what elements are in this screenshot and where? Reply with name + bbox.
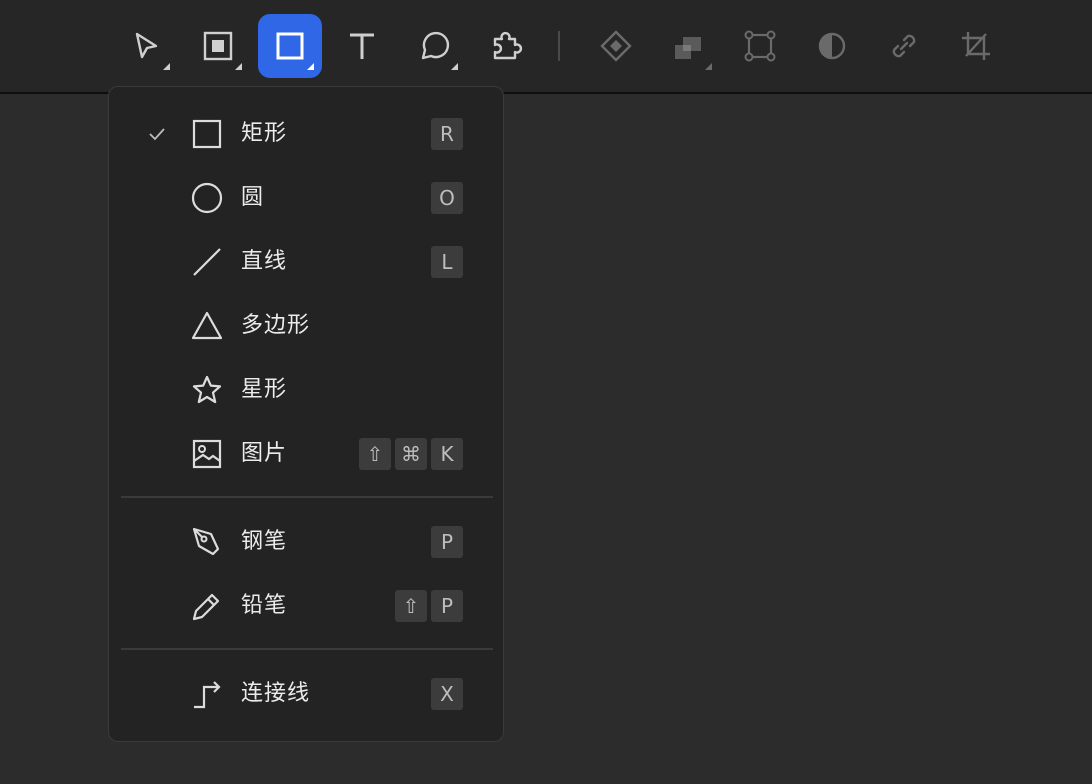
vector-edit-button[interactable] [728,14,792,78]
shortcut-key: R [431,118,463,150]
shortcut-key: P [431,590,463,622]
checkmark-icon [149,128,165,141]
menu-item-label: 直线 [241,249,288,274]
text-t-icon [350,33,374,59]
boolean-union-icon [675,37,701,59]
shortcut-keys: O [431,182,463,214]
menu-item-star[interactable]: 星形 [109,362,503,418]
menu-item-polygon[interactable]: 多边形 [109,298,503,354]
shift-key: ⇧ [395,590,427,622]
menu-divider [121,496,493,498]
plugins-tool-button[interactable] [474,14,538,78]
boolean-button[interactable] [656,14,720,78]
shortcut-key: O [431,182,463,214]
rectangle-icon [192,119,222,149]
puzzle-piece-icon [493,31,523,60]
star-icon [192,375,222,404]
crop-icon [962,32,990,60]
shortcut-key: X [431,678,463,710]
shape-tool-dropdown-menu: 矩形 R 圆 O 直线 L 多边形 星形 图片 ⇧ ⌘ K 钢笔 P 铅笔 ⇧ … [108,86,504,742]
menu-item-connector[interactable]: 连接线 X [109,666,503,722]
menu-item-pen[interactable]: 钢笔 P [109,514,503,570]
shortcut-keys: ⇧ P [395,590,463,622]
menu-item-label: 圆 [241,185,265,210]
menu-item-image[interactable]: 图片 ⇧ ⌘ K [109,426,503,482]
menu-divider [121,648,493,650]
top-toolbar [0,0,1092,94]
connector-arrow-icon [194,681,221,709]
menu-item-label: 连接线 [241,681,311,706]
frame-icon [203,31,233,61]
mask-contrast-icon [818,32,846,60]
menu-item-label: 钢笔 [241,529,288,554]
menu-item-rectangle[interactable]: 矩形 R [109,106,503,162]
shortcut-keys: P [431,526,463,558]
toolbar-divider [558,31,560,61]
shortcut-keys: X [431,678,463,710]
menu-item-circle[interactable]: 圆 O [109,170,503,226]
shortcut-keys: R [431,118,463,150]
mask-button[interactable] [800,14,864,78]
square-icon [276,32,304,60]
shift-key: ⇧ [359,438,391,470]
cursor-arrow-icon [135,32,158,59]
menu-item-label: 铅笔 [241,593,288,618]
text-tool-button[interactable] [330,14,394,78]
link-button[interactable] [872,14,936,78]
pencil-icon [192,593,220,621]
menu-item-pencil[interactable]: 铅笔 ⇧ P [109,578,503,634]
command-key: ⌘ [395,438,427,470]
menu-item-label: 星形 [241,377,288,402]
shortcut-key: L [431,246,463,278]
triangle-polygon-icon [191,311,223,340]
frame-tool-button[interactable] [186,14,250,78]
menu-item-label: 多边形 [241,313,311,338]
shortcut-keys: ⇧ ⌘ K [359,438,463,470]
menu-item-line[interactable]: 直线 L [109,234,503,290]
image-icon [192,439,222,469]
select-tool-button[interactable] [114,14,178,78]
shortcut-key: P [431,526,463,558]
component-button[interactable] [584,14,648,78]
vector-points-icon [744,30,776,62]
circle-icon [191,182,223,214]
link-icon [892,34,916,58]
pen-nib-icon [192,527,220,556]
menu-item-label: 图片 [241,441,288,466]
speech-bubble-icon [421,31,450,60]
component-diamond-icon [600,30,632,62]
crop-button[interactable] [944,14,1008,78]
line-icon [193,248,221,276]
shape-tool-button[interactable] [258,14,322,78]
shortcut-keys: L [431,246,463,278]
shortcut-key: K [431,438,463,470]
menu-item-label: 矩形 [241,121,288,146]
comment-tool-button[interactable] [402,14,466,78]
